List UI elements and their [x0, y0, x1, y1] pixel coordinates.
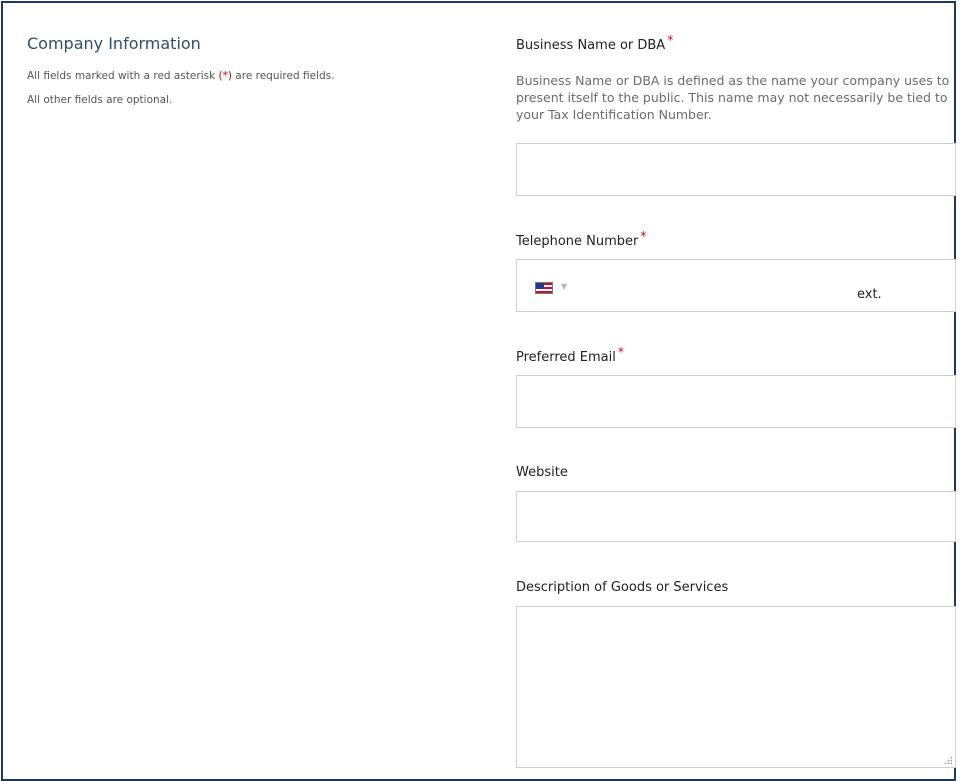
telephone-label-text: Telephone Number: [516, 234, 639, 249]
required-asterisk: *: [667, 33, 674, 47]
business-name-label-text: Business Name or DBA: [516, 38, 666, 53]
website-label: Website: [516, 465, 568, 480]
section-title: Company Information: [27, 34, 201, 53]
required-note-suffix: are required fields.: [231, 70, 335, 82]
website-box: [516, 491, 956, 542]
business-name-input[interactable]: [517, 144, 955, 195]
required-note-prefix: All fields marked with a red asterisk: [27, 70, 219, 82]
description-label: Description of Goods or Services: [516, 580, 729, 595]
email-box: [516, 375, 956, 428]
email-input[interactable]: [517, 376, 955, 427]
optional-note: All other fields are optional.: [27, 94, 173, 106]
required-note-asterisk: (*): [218, 70, 232, 82]
telephone-label: Telephone Number *: [516, 229, 647, 251]
extension-label: ext.: [857, 287, 882, 302]
required-note: All fields marked with a red asterisk (*…: [27, 69, 357, 84]
extension-input[interactable]: [890, 276, 961, 327]
description-box: [516, 606, 956, 768]
business-name-help: Business Name or DBA is defined as the n…: [516, 73, 950, 122]
required-asterisk: *: [617, 345, 624, 359]
email-label-text: Preferred Email: [516, 350, 616, 365]
section-intro: Company Information All fields marked wi…: [27, 33, 357, 117]
chevron-down-icon[interactable]: ▼: [561, 281, 567, 293]
website-input[interactable]: [517, 492, 955, 541]
email-label: Preferred Email *: [516, 345, 624, 367]
telephone-box: ▼ ext.: [516, 259, 961, 327]
business-name-box: [516, 143, 956, 196]
required-asterisk: *: [640, 229, 647, 243]
form-frame: Company Information All fields marked wi…: [1, 1, 961, 781]
us-flag-icon[interactable]: [535, 282, 553, 294]
description-textarea[interactable]: [517, 607, 955, 767]
business-name-label: Business Name or DBA *: [516, 33, 674, 55]
